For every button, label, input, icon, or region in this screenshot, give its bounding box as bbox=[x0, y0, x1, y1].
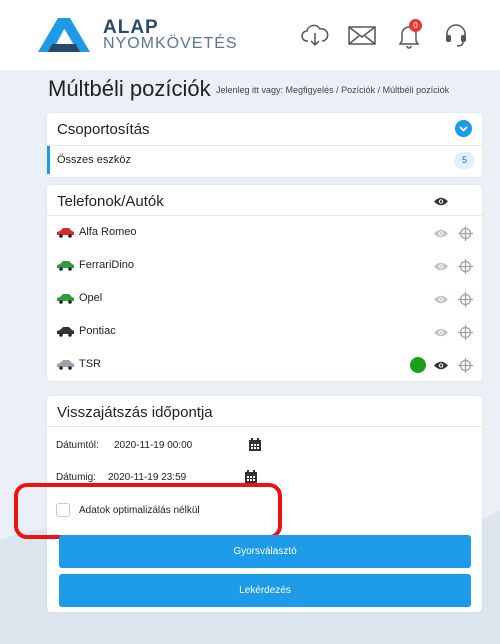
vehicle-name: Opel bbox=[79, 292, 103, 304]
vehicle-name: Alfa Romeo bbox=[79, 226, 137, 238]
chevron-down-icon[interactable] bbox=[455, 120, 472, 137]
calendar-icon[interactable] bbox=[248, 438, 262, 452]
eye-icon[interactable] bbox=[433, 294, 449, 305]
vehicle-name: TSR bbox=[79, 358, 101, 370]
car-icon bbox=[57, 294, 74, 304]
car-icon bbox=[57, 228, 74, 238]
logo-icon bbox=[38, 18, 90, 52]
notification-badge: 0 bbox=[409, 19, 422, 32]
divider bbox=[47, 215, 482, 216]
vehicle-name: FerrariDino bbox=[79, 259, 135, 271]
app-header: ALAP NYOMKÖVETÉS 0 bbox=[0, 0, 500, 70]
to-date-input[interactable]: 2020-11-19 23:59 bbox=[108, 472, 186, 483]
query-button[interactable]: Lekérdezés bbox=[59, 574, 471, 607]
crosshair-icon[interactable] bbox=[458, 259, 473, 274]
online-status-dot bbox=[410, 357, 426, 373]
car-icon bbox=[57, 327, 74, 337]
group-item-label: Összes eszköz bbox=[57, 154, 131, 166]
cloud-download-icon[interactable] bbox=[300, 20, 330, 50]
eye-icon[interactable] bbox=[433, 360, 449, 371]
vehicle-row[interactable]: Alfa Romeo bbox=[47, 217, 482, 250]
page-title: Múltbéli pozíciók bbox=[48, 76, 211, 101]
quick-select-button[interactable]: Gyorsválasztó bbox=[59, 535, 471, 568]
eye-icon[interactable] bbox=[433, 196, 449, 207]
headset-icon[interactable] bbox=[441, 20, 471, 50]
calendar-icon[interactable] bbox=[244, 470, 258, 484]
crosshair-icon[interactable] bbox=[458, 226, 473, 241]
playback-title: Visszajátszás időpontja bbox=[57, 404, 213, 421]
car-icon bbox=[57, 261, 74, 271]
to-label: Dátumig: bbox=[56, 472, 97, 483]
breadcrumb: Jelenleg itt vagy: Megfigyelés / Pozíció… bbox=[216, 85, 450, 95]
car-icon bbox=[57, 360, 74, 370]
vehicle-name: Pontiac bbox=[79, 325, 116, 337]
crosshair-icon[interactable] bbox=[458, 358, 473, 373]
eye-icon[interactable] bbox=[433, 327, 449, 338]
crosshair-icon[interactable] bbox=[458, 325, 473, 340]
eye-icon[interactable] bbox=[433, 228, 449, 239]
logo-text-sub: NYOMKÖVETÉS bbox=[103, 35, 238, 52]
vehicle-row[interactable]: Opel bbox=[47, 283, 482, 316]
vehicles-title: Telefonok/Autók bbox=[57, 193, 164, 210]
vehicle-row[interactable]: FerrariDino bbox=[47, 250, 482, 283]
crosshair-icon[interactable] bbox=[458, 292, 473, 307]
from-label: Dátumtól: bbox=[56, 440, 99, 451]
envelope-icon[interactable] bbox=[347, 20, 377, 50]
from-date-input[interactable]: 2020-11-19 00:00 bbox=[114, 440, 192, 451]
highlight-annotation bbox=[14, 483, 282, 539]
grouping-title: Csoportosítás bbox=[57, 121, 150, 138]
eye-icon[interactable] bbox=[433, 261, 449, 272]
group-count-badge: 5 bbox=[454, 152, 475, 169]
divider bbox=[47, 426, 482, 427]
vehicle-row[interactable]: Pontiac bbox=[47, 316, 482, 349]
